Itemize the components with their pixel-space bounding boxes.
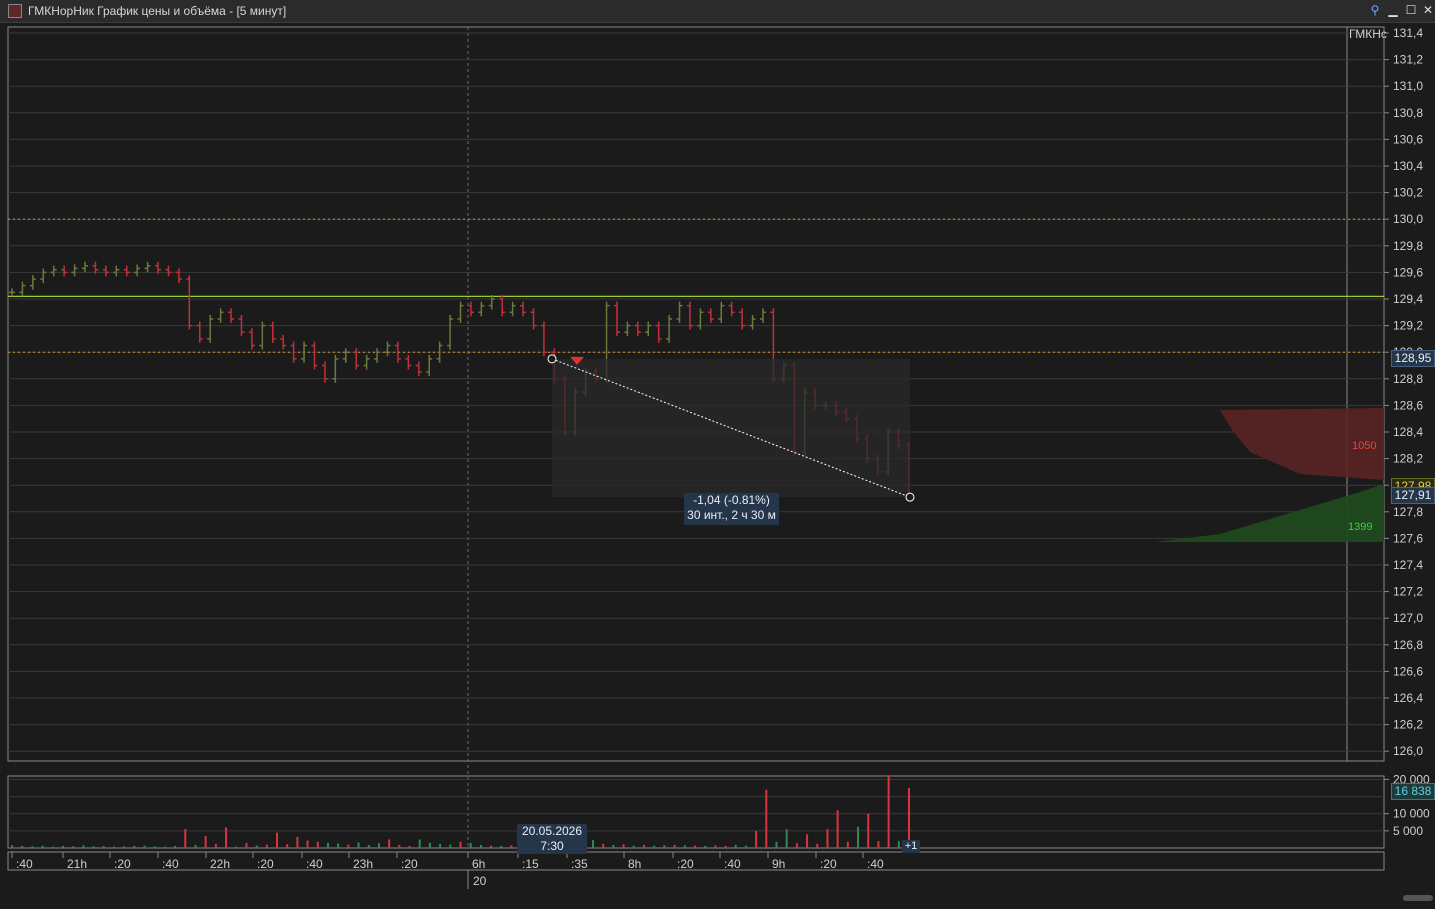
time-tick-label: 23h <box>353 857 373 871</box>
time-tick-label: 9h <box>772 857 785 871</box>
time-tick-label: 6h <box>472 857 485 871</box>
time-axis[interactable]: :40 21h :20 :40 22h :20 :40 23h :20 6h :15 :35 8h :20… <box>7 851 1385 889</box>
bid-depth-area <box>1155 484 1384 542</box>
time-tick-label: :35 <box>571 857 588 871</box>
time-tick-label: :15 <box>522 857 539 871</box>
price-tick-label: 126,8 <box>1393 638 1423 652</box>
instrument-label: ГМКНс <box>1349 27 1387 41</box>
close-icon[interactable]: ✕ <box>1420 2 1435 18</box>
pin-icon[interactable]: ⚲ <box>1367 2 1383 18</box>
price-tick-label: 129,8 <box>1393 239 1423 253</box>
time-tick-label: 8h <box>628 857 641 871</box>
time-tick-label: :40 <box>724 857 741 871</box>
price-tick-label: 126,0 <box>1393 744 1423 758</box>
time-tick-label: :40 <box>867 857 884 871</box>
chart-icon <box>8 4 22 18</box>
price-tick-label: 128,2 <box>1393 452 1423 466</box>
price-tick-label: 127,4 <box>1393 558 1423 572</box>
crosshair-time: 7:30 <box>540 839 564 853</box>
minimize-icon[interactable]: ▁ <box>1385 2 1401 18</box>
price-tick-label: 131,2 <box>1393 53 1423 67</box>
time-tick-label: 21h <box>67 857 87 871</box>
price-tick-label: 127,8 <box>1393 505 1423 519</box>
price-tick-label: 127,6 <box>1393 531 1423 545</box>
price-tick-label: 130,8 <box>1393 106 1423 120</box>
time-tick-label: :20 <box>114 857 131 871</box>
bid-volume-label: 1399 <box>1348 521 1373 533</box>
price-levels <box>8 218 1384 353</box>
price-volume-chart[interactable]: 131,4 131,2 131,0 130,8 130,6 130,4 130,2 130,0… <box>0 22 1435 909</box>
date-label: 20 <box>473 874 487 888</box>
maximize-icon[interactable]: ☐ <box>1403 2 1419 18</box>
price-tick-label: 130,6 <box>1393 132 1423 146</box>
overflow-badge[interactable]: +1 <box>902 840 920 853</box>
price-tick-label: 126,4 <box>1393 691 1423 705</box>
price-tick-label: 131,4 <box>1393 26 1423 40</box>
price-tick-label: 127,0 <box>1393 611 1423 625</box>
price-tick-label: 126,6 <box>1393 664 1423 678</box>
price-tick-label: 130,4 <box>1393 159 1423 173</box>
measurement-duration: 30 инт., 2 ч 30 м <box>687 508 776 522</box>
price-tick-label: 129,6 <box>1393 265 1423 279</box>
crosshair-date: 20.05.2026 <box>521 824 583 838</box>
price-tick-label: 131,0 <box>1393 79 1423 93</box>
crosshair-price-label: 128,95 <box>1391 350 1435 367</box>
price-tick-label: 128,6 <box>1393 398 1423 412</box>
measurement-label: -1,04 (-0.81%) 30 инт., 2 ч 30 м <box>684 493 779 525</box>
volume-panel <box>7 775 1385 849</box>
time-tick-label: :20 <box>401 857 418 871</box>
price-tick-label: 126,2 <box>1393 718 1423 732</box>
window-title: ГМКНорНик График цены и объёма - [5 мину… <box>28 4 287 18</box>
measurement-tool[interactable] <box>547 354 915 502</box>
volume-panel-frame <box>7 775 1385 849</box>
volume-tick-label: 10 000 <box>1393 807 1430 821</box>
price-tick-label: 129,2 <box>1393 319 1423 333</box>
time-tick-label: :20 <box>677 857 694 871</box>
price-axis[interactable]: 131,4 131,2 131,0 130,8 130,6 130,4 130,2 130,0… <box>1384 26 1423 758</box>
measurement-start-handle <box>547 354 557 364</box>
time-tick-label: :20 <box>820 857 837 871</box>
ask-volume-label: 1050 <box>1352 440 1377 452</box>
time-tick-label: :40 <box>162 857 179 871</box>
crosshair-time-label: 20.05.2026 7:30 <box>517 824 587 854</box>
last-price-label: 127,91 <box>1391 487 1435 504</box>
volume-tick-label: 5 000 <box>1393 824 1423 838</box>
time-tick-label: :20 <box>257 857 274 871</box>
price-tick-label: 127,2 <box>1393 585 1423 599</box>
price-tick-label: 129,4 <box>1393 292 1423 306</box>
price-tick-label: 130,2 <box>1393 186 1423 200</box>
horizontal-scrollbar[interactable] <box>1403 895 1433 901</box>
volume-current-label: 16 838 <box>1391 783 1435 800</box>
window-titlebar[interactable]: ГМКНорНик График цены и объёма - [5 мину… <box>0 0 1435 23</box>
price-tick-label: 128,8 <box>1393 372 1423 386</box>
time-tick-label: :40 <box>306 857 323 871</box>
time-tick-label: :40 <box>16 857 33 871</box>
time-tick-label: 22h <box>210 857 230 871</box>
price-tick-label: 130,0 <box>1393 212 1423 226</box>
price-tick-label: 128,4 <box>1393 425 1423 439</box>
measurement-change: -1,04 (-0.81%) <box>693 493 770 507</box>
measurement-end-handle <box>905 492 915 502</box>
